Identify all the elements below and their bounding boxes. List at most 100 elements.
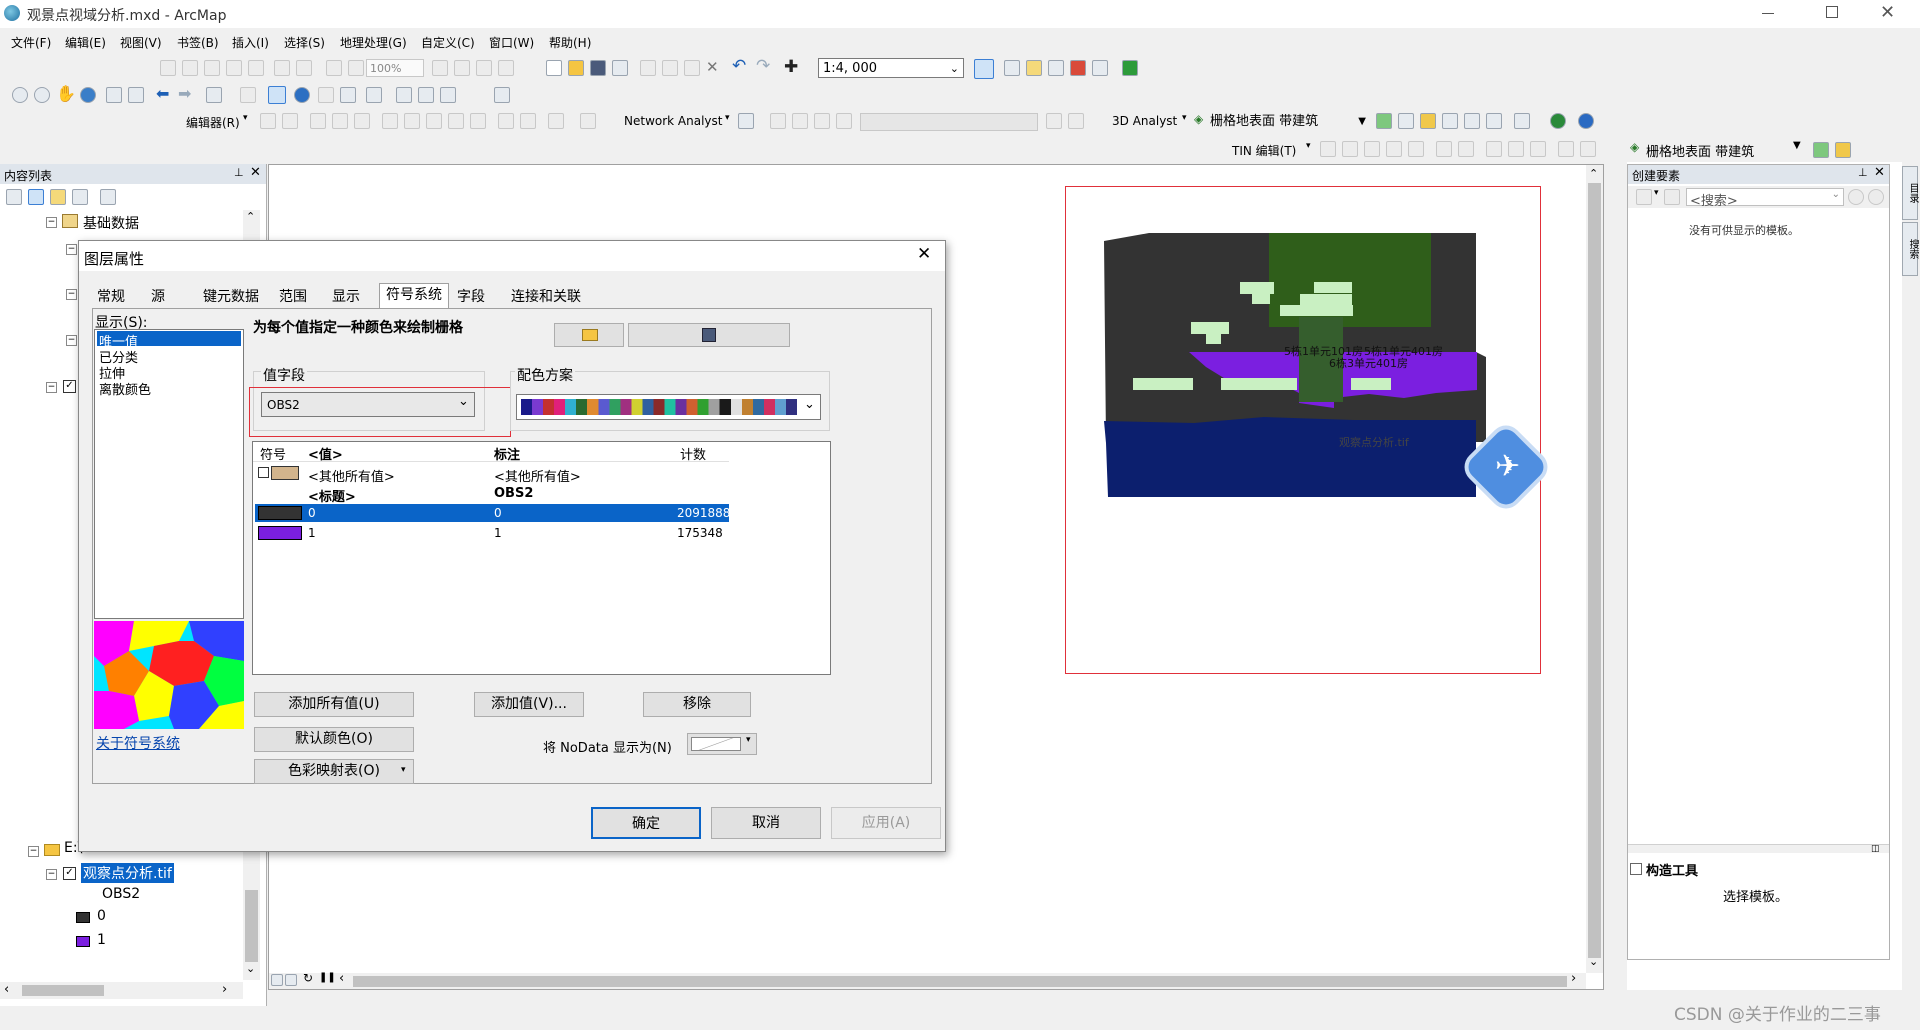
- toc-window-icon[interactable]: [1004, 60, 1020, 76]
- tin-tool-icon[interactable]: [1458, 141, 1474, 157]
- edit-tool-icon[interactable]: [282, 113, 298, 129]
- edit-tool-icon[interactable]: [548, 113, 564, 129]
- list-by-drawing-order-icon[interactable]: [6, 189, 22, 205]
- search-icon[interactable]: [1848, 189, 1864, 205]
- expand-minus-icon[interactable]: −: [66, 335, 77, 346]
- georef-tool-icon[interactable]: [348, 60, 364, 76]
- model-builder-icon[interactable]: [1122, 60, 1138, 76]
- scrollbar-thumb[interactable]: [245, 890, 258, 962]
- new-document-icon[interactable]: [546, 60, 562, 76]
- georef-tool-icon[interactable]: [204, 60, 220, 76]
- line-of-sight-icon[interactable]: [1420, 113, 1436, 129]
- go-to-xy-icon[interactable]: [440, 87, 456, 103]
- add-values-button[interactable]: 添加值(V)...: [474, 692, 584, 717]
- html-popup-icon[interactable]: [340, 87, 356, 103]
- row-symbol-swatch[interactable]: [258, 506, 302, 520]
- editor-toolbar-icon[interactable]: [974, 59, 994, 79]
- ok-button[interactable]: 确定: [591, 807, 701, 839]
- add-all-values-button[interactable]: 添加所有值(U): [254, 692, 414, 717]
- network-tool-icon[interactable]: [792, 113, 808, 129]
- georef-tool-icon[interactable]: [160, 60, 176, 76]
- menu-select[interactable]: 选择(S): [284, 34, 325, 51]
- tin-tool-icon[interactable]: [1386, 141, 1402, 157]
- delete-icon[interactable]: ✕: [706, 58, 719, 76]
- other-symbol-checkbox[interactable]: [258, 467, 269, 478]
- toc-options-icon[interactable]: [100, 189, 116, 205]
- add-data-icon[interactable]: ✚: [784, 57, 798, 77]
- table-row[interactable]: 1 1 175348: [255, 524, 729, 542]
- toc-layer-name[interactable]: 观察点分析.tif: [81, 863, 174, 883]
- steepest-path-icon[interactable]: [1398, 113, 1414, 129]
- pan-icon[interactable]: ✋: [56, 84, 76, 103]
- close-window-icon[interactable]: ✕: [1880, 2, 1895, 23]
- network-tool-icon[interactable]: [738, 113, 754, 129]
- color-scheme-select[interactable]: ⌄: [516, 394, 821, 420]
- side-tab-catalog[interactable]: 目录: [1902, 166, 1918, 220]
- map-vertical-scrollbar[interactable]: ⌃ ⌄: [1586, 165, 1603, 973]
- hyperlink-icon[interactable]: [318, 87, 334, 103]
- values-table[interactable]: 符号 <值> 标注 计数 <其他所有值> <其他所有值> <标题> OBS2 0…: [252, 441, 831, 675]
- pin-icon[interactable]: ⊥: [234, 166, 244, 179]
- apply-button[interactable]: 应用(A): [831, 807, 941, 839]
- tab-source[interactable]: 源: [145, 286, 171, 308]
- chevron-left-icon[interactable]: ‹: [339, 971, 344, 986]
- nodata-color-picker[interactable]: ▾: [687, 733, 757, 755]
- edit-tool-icon[interactable]: [382, 113, 398, 129]
- layout-view-icon[interactable]: [432, 60, 448, 76]
- redo-icon[interactable]: ↷: [756, 56, 770, 76]
- menu-bookmarks[interactable]: 书签(B): [177, 34, 219, 51]
- full-extent-icon[interactable]: [80, 87, 96, 103]
- layer-checkbox[interactable]: ✓: [63, 867, 76, 880]
- tab-fields[interactable]: 字段: [451, 286, 491, 308]
- table-row-other[interactable]: <其他所有值> <其他所有值>: [253, 464, 729, 485]
- network-tool-icon[interactable]: [814, 113, 830, 129]
- edit-tool-icon[interactable]: [354, 113, 370, 129]
- tin-tool-icon[interactable]: [1508, 141, 1524, 157]
- contour-icon[interactable]: [1813, 142, 1829, 158]
- menu-file[interactable]: 文件(F): [11, 34, 51, 51]
- layout-view-icon[interactable]: [454, 60, 470, 76]
- filter-icon[interactable]: [1664, 189, 1680, 205]
- scrollbar-thumb[interactable]: [353, 976, 1567, 987]
- scrollbar-thumb[interactable]: [22, 985, 104, 996]
- copy-icon[interactable]: [662, 60, 678, 76]
- save-layer-file-button[interactable]: [628, 323, 790, 347]
- forward-extent-icon[interactable]: ➡: [178, 84, 191, 103]
- tin-tool-icon[interactable]: [1364, 141, 1380, 157]
- interpolate-icon[interactable]: [1464, 113, 1480, 129]
- georef-tool-icon[interactable]: [182, 60, 198, 76]
- side-tab-search[interactable]: 搜索: [1902, 222, 1918, 276]
- cancel-button[interactable]: 取消: [711, 807, 821, 839]
- template-search-input[interactable]: <搜索> ⌄: [1686, 188, 1844, 209]
- arcglobe-icon[interactable]: [1578, 113, 1594, 129]
- menu-edit[interactable]: 编辑(E): [65, 34, 106, 51]
- expand-minus-icon[interactable]: −: [66, 244, 77, 255]
- identify-icon[interactable]: [294, 87, 310, 103]
- tin-tool-icon[interactable]: [1580, 141, 1596, 157]
- catalog-window-icon[interactable]: [1026, 60, 1042, 76]
- toc-horizontal-scrollbar[interactable]: ‹ ›: [0, 982, 243, 999]
- expand-minus-icon[interactable]: −: [28, 846, 39, 857]
- interpolate-icon[interactable]: [1486, 113, 1502, 129]
- settings-icon[interactable]: [1868, 189, 1884, 205]
- python-window-icon[interactable]: [1092, 60, 1108, 76]
- layer-checkbox[interactable]: ✓: [63, 380, 76, 393]
- minimize-icon[interactable]: [1762, 13, 1774, 14]
- chevron-left-icon[interactable]: ‹: [4, 982, 9, 997]
- tin-tool-icon[interactable]: [1342, 141, 1358, 157]
- expand-minus-icon[interactable]: −: [66, 289, 77, 300]
- select-elements-icon[interactable]: [268, 86, 286, 104]
- menu-windows[interactable]: 窗口(W): [489, 34, 534, 51]
- list-by-selection-icon[interactable]: [72, 189, 88, 205]
- analyst-3d-menu[interactable]: 3D Analyst: [1112, 114, 1177, 128]
- save-icon[interactable]: [590, 60, 606, 76]
- remove-button[interactable]: 移除: [643, 692, 751, 717]
- toc-group-basic[interactable]: 基础数据: [83, 213, 139, 233]
- find-icon[interactable]: [396, 87, 412, 103]
- edit-tool-icon[interactable]: [426, 113, 442, 129]
- other-symbol-swatch[interactable]: [271, 466, 299, 480]
- edit-tool-icon[interactable]: [470, 113, 486, 129]
- tin-tool-icon[interactable]: [1436, 141, 1452, 157]
- zoom-percent-combo[interactable]: 100%: [366, 59, 424, 77]
- tab-symbology[interactable]: 符号系统: [379, 283, 449, 309]
